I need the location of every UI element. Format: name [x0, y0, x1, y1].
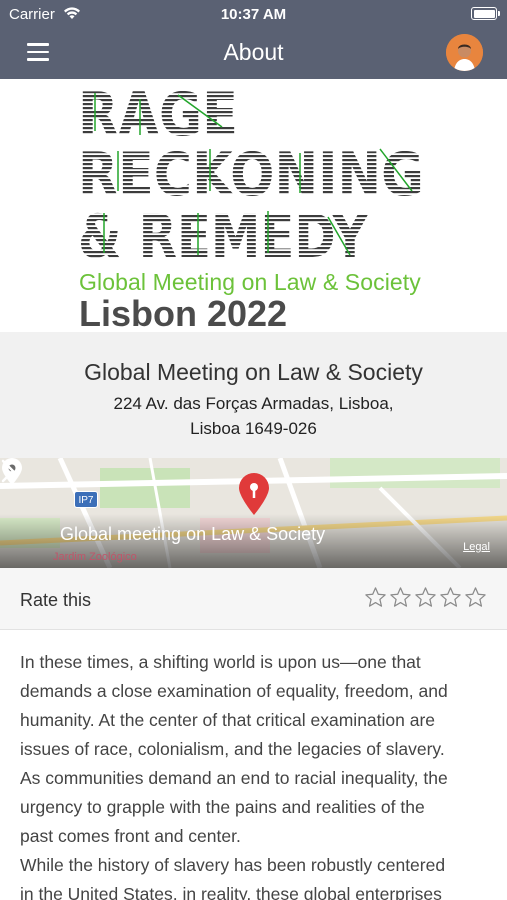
map-pin-marker-icon[interactable]	[237, 472, 271, 516]
description-line: past comes front and center.	[20, 826, 241, 846]
map-poi-label: Jardim Zoológico	[53, 551, 137, 563]
event-info: Global Meeting on Law & Society 224 Av. …	[0, 332, 507, 458]
event-banner: RAGE RECKONING & REMEDY Global Meeting o…	[0, 79, 507, 332]
star-3-icon[interactable]	[414, 586, 437, 609]
description-line: in the United States, in reality, these …	[20, 884, 442, 900]
map-location-label: Global meeting on Law & Society	[60, 524, 326, 544]
description-line: humanity. At the center of that critical…	[20, 710, 436, 730]
map-legal-link[interactable]: Legal	[463, 541, 490, 553]
navigation-bar: About	[0, 28, 507, 79]
star-2-icon[interactable]	[389, 586, 412, 609]
event-address-line2: Lisboa 1649-026	[190, 419, 317, 438]
battery-icon	[471, 7, 500, 20]
road-badge: IP7	[74, 491, 98, 508]
banner-line2: RECKONING	[78, 140, 424, 210]
user-avatar-icon	[446, 34, 483, 71]
chevron-right-icon[interactable]	[0, 458, 16, 484]
description-line: As communities demand an end to racial i…	[20, 768, 448, 788]
rate-label: Rate this	[20, 590, 92, 610]
description-line: urgency to grapple with the pains and re…	[20, 797, 425, 817]
banner-line3: & REMEDY	[78, 202, 369, 272]
banner-subtitle: Global Meeting on Law & Society	[79, 269, 421, 295]
status-time: 10:37 AM	[220, 6, 287, 23]
status-bar: Carrier 10:37 AM	[0, 0, 507, 28]
banner-city: Lisbon 2022	[79, 293, 288, 332]
event-address-line1: 224 Av. das Forças Armadas, Lisboa,	[113, 394, 394, 413]
event-title: Global Meeting on Law & Society	[84, 359, 423, 385]
rating-section: Rate this	[0, 568, 507, 630]
description-line: demands a close examination of equality,…	[20, 681, 448, 701]
star-5-icon[interactable]	[464, 586, 487, 609]
description-line: While the history of slavery has been ro…	[20, 855, 446, 875]
description-line: issues of race, colonialism, and the leg…	[20, 739, 445, 759]
star-4-icon[interactable]	[439, 586, 462, 609]
star-rating	[364, 586, 487, 609]
event-description: In these times, a shifting world is upon…	[20, 648, 490, 900]
description-line: In these times, a shifting world is upon…	[20, 652, 421, 672]
page-title: About	[223, 39, 284, 65]
avatar[interactable]	[446, 34, 483, 71]
star-1-icon[interactable]	[364, 586, 387, 609]
location-map[interactable]: IP7 Global meeting on Law & Society Jard…	[0, 458, 507, 568]
